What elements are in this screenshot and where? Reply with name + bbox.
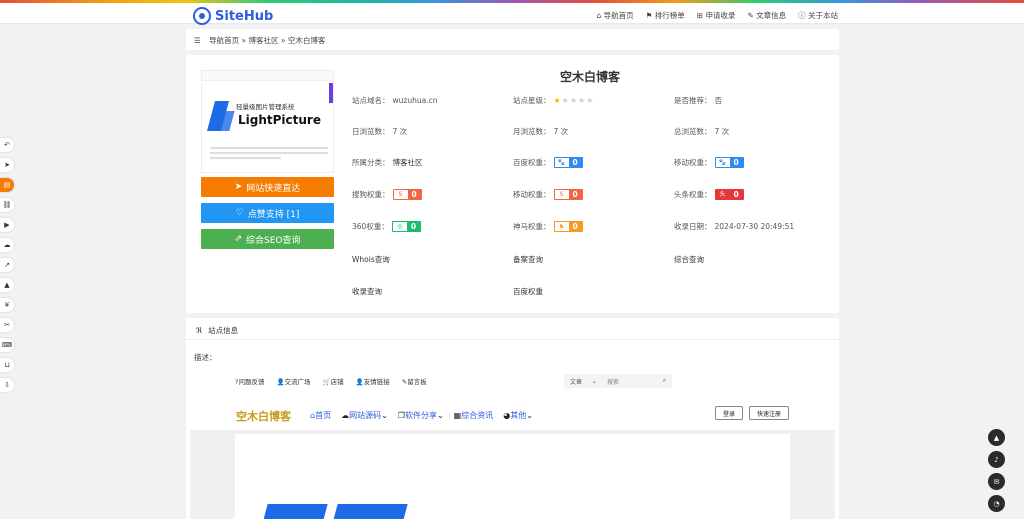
chart-icon[interactable]: ↗ bbox=[0, 258, 14, 272]
back-icon[interactable]: ↶ bbox=[0, 138, 14, 152]
heart-icon: ♡ bbox=[235, 208, 244, 218]
home-icon: ⌂ bbox=[596, 11, 604, 20]
site-info-section: ℜ 站点信息 描述： ?问题反馈 👤交流广场 🛒店铺 👤友情链接 ✎留言板 文章 ⌄… bbox=[186, 318, 839, 519]
wechat-icon[interactable]: ◔ bbox=[988, 495, 1005, 512]
star-rating: ★★★★★ bbox=[553, 96, 595, 105]
play-icon[interactable]: ▶ bbox=[0, 218, 14, 232]
baidu-mobile-icon: 🐾 bbox=[715, 158, 730, 167]
category-link[interactable]: 博客社区 bbox=[393, 157, 423, 168]
sogou-weight: 搜狗权重： S 0 bbox=[352, 189, 422, 200]
external-link-icon: ⇗ bbox=[234, 234, 243, 244]
rss-icon: ℜ bbox=[196, 326, 203, 335]
beian-link[interactable]: 备案查询 bbox=[513, 254, 543, 265]
book-icon: ✎ bbox=[747, 11, 757, 20]
360-icon: ◎ bbox=[392, 222, 407, 231]
sogou-mobile-icon: S bbox=[554, 190, 569, 199]
send-icon[interactable]: ➤ bbox=[0, 158, 14, 172]
visit-button[interactable]: ➤ 网站快速直达 bbox=[201, 177, 334, 197]
nav-item-home[interactable]: ⌂ 导航首页 bbox=[597, 10, 634, 21]
site-preview: ?问题反馈 👤交流广场 🛒店铺 👤友情链接 ✎留言板 文章 ⌄ 搜索 ⌕ 空木白博客 … bbox=[190, 368, 835, 519]
monthly-views: 月浏览数： 7 次 bbox=[513, 127, 569, 136]
right-toolbar: ▲ ♪ ✉ ◔ bbox=[988, 429, 1005, 517]
recommend-info: 是否推荐：否 bbox=[674, 96, 722, 105]
whois-link[interactable]: Whois查询 bbox=[352, 254, 390, 265]
bell-icon[interactable]: ♪ bbox=[988, 451, 1005, 468]
link-icon[interactable]: ⛓ bbox=[0, 198, 14, 212]
logo-text: SiteHub bbox=[215, 8, 274, 24]
nav-item-submit[interactable]: ⊞ 申请收录 bbox=[697, 10, 736, 21]
zonghe-link[interactable]: 综合查询 bbox=[674, 254, 704, 265]
toutiao-icon: 头 bbox=[715, 190, 730, 199]
flag-icon: ⚑ bbox=[645, 11, 655, 20]
breadcrumb: ☰ 导航首页 » 博客社区 » 空木白博客 bbox=[186, 29, 839, 50]
mobile-weight: 移动权重： 🐾 0 bbox=[674, 157, 744, 168]
date-info: 收录日期： 2024-07-30 20:49:51 bbox=[674, 222, 795, 231]
nav-item-about[interactable]: ⓘ 关于本站 bbox=[798, 10, 838, 21]
cart-icon[interactable]: ⊔ bbox=[0, 358, 14, 372]
like-button[interactable]: ♡ 点赞支持 [1] bbox=[201, 203, 334, 223]
preview-hero bbox=[190, 430, 835, 519]
360-weight: 360权重： ◎ 0 bbox=[352, 221, 422, 232]
category-info: 所属分类： 博客社区 bbox=[352, 157, 423, 168]
site-detail-card: 轻量级图片管理系统 LightPicture ➤ 网站快速直达 ♡ 点赞支持 [1]… bbox=[186, 55, 839, 313]
breadcrumb-home[interactable]: 导航首页 bbox=[209, 36, 239, 45]
nav-item-ranking[interactable]: ⚑ 排行榜单 bbox=[646, 10, 685, 21]
daily-views: 日浏览数： 7 次 bbox=[352, 127, 408, 136]
preview-search[interactable]: 文章 ⌄ 搜索 ⌕ bbox=[564, 374, 672, 388]
total-views: 总浏览数： 7 次 bbox=[674, 127, 730, 136]
left-toolbar: ↶ ➤ ▤ ⛓ ▶ ☁ ↗ ▲ ¥ ✂ ⌨ ⊔ ⇩ bbox=[0, 138, 14, 398]
preview-login-button[interactable]: 登录 bbox=[715, 406, 744, 420]
seo-button[interactable]: ⇗ 综合SEO查询 bbox=[201, 229, 334, 249]
breadcrumb-category[interactable]: 博客社区 bbox=[249, 36, 279, 45]
shenma-weight: 神马权重： ♞ 0 bbox=[513, 221, 583, 232]
yen-icon[interactable]: ¥ bbox=[0, 298, 14, 312]
menu-icon: ☰ bbox=[194, 36, 201, 45]
section-header: ℜ 站点信息 bbox=[186, 318, 839, 340]
description-label: 描述： bbox=[194, 353, 217, 362]
keyboard-icon[interactable]: ⌨ bbox=[0, 338, 14, 352]
file-icon[interactable]: ▤ bbox=[0, 178, 14, 192]
sogou-mobile-weight: 移动权重： S 0 bbox=[513, 189, 583, 200]
baidu-weight-link[interactable]: 百度权重 bbox=[513, 286, 543, 297]
send-icon: ➤ bbox=[234, 182, 243, 192]
wrench-icon[interactable]: ✂ bbox=[0, 318, 14, 332]
cloud-icon[interactable]: ☁ bbox=[0, 238, 14, 252]
site-thumbnail[interactable]: 轻量级图片管理系统 LightPicture bbox=[201, 70, 334, 173]
preview-logo[interactable]: 空木白博客 bbox=[236, 408, 291, 424]
stars-info: 站点星级： ★★★★★ bbox=[513, 96, 595, 105]
info-icon: ⓘ bbox=[798, 11, 808, 20]
site-title: 空木白博客 bbox=[560, 70, 621, 84]
preview-top-links: ?问题反馈 👤交流广场 🛒店铺 👤友情链接 ✎留言板 bbox=[235, 378, 427, 386]
search-icon: ⌕ bbox=[662, 377, 666, 384]
shoulu-link[interactable]: 收录查询 bbox=[352, 286, 382, 297]
header: SiteHub ⌂ 导航首页 ⚑ 排行榜单 ⊞ 申请收录 ✎ 文章信息 ⓘ 关于… bbox=[0, 3, 1024, 25]
logo-icon bbox=[193, 7, 211, 25]
download-icon[interactable]: ⇩ bbox=[0, 378, 14, 392]
baidu-weight: 百度权重： 🐾 0 bbox=[513, 157, 583, 168]
breadcrumb-current: 空木白博客 bbox=[287, 36, 326, 45]
nav-item-articles[interactable]: ✎ 文章信息 bbox=[747, 10, 786, 21]
graduation-icon[interactable]: ▲ bbox=[0, 278, 14, 292]
mail-icon[interactable]: ✉ bbox=[988, 473, 1005, 490]
main-nav: ⌂ 导航首页 ⚑ 排行榜单 ⊞ 申请收录 ✎ 文章信息 ⓘ 关于本站 bbox=[597, 10, 839, 21]
shenma-icon: ♞ bbox=[554, 222, 569, 231]
sogou-icon: S bbox=[393, 190, 408, 199]
baidu-icon: 🐾 bbox=[554, 158, 569, 167]
toutiao-weight: 头条权重：头 0 bbox=[674, 189, 744, 200]
logo[interactable]: SiteHub bbox=[193, 7, 273, 25]
preview-register-button[interactable]: 快速注册 bbox=[749, 406, 790, 420]
preview-nav: ⌂首页 ☁网站源码⌄ ❐软件分享⌄ ▦综合资讯 ◕其他⌄ bbox=[310, 411, 533, 420]
arrow-up-icon[interactable]: ▲ bbox=[988, 429, 1005, 446]
domain-info: 站点域名： wuzuhua.cn bbox=[352, 96, 438, 105]
